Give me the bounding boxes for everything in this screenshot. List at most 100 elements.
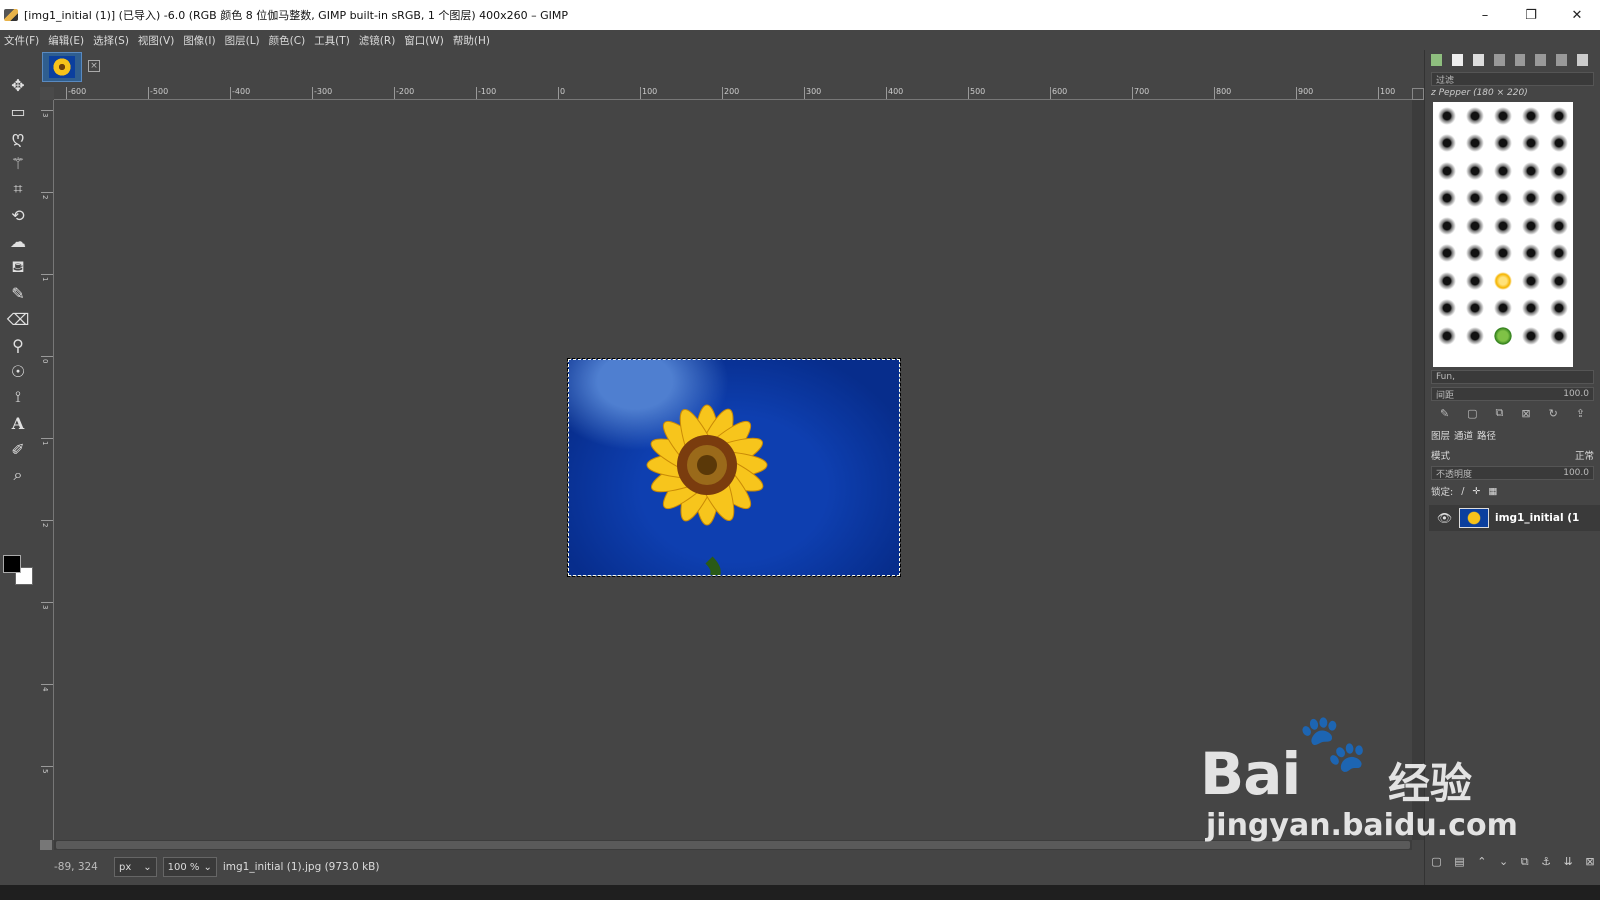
dynamics-tab-icon[interactable]	[1535, 54, 1547, 66]
move-tool-icon[interactable]: ✥	[7, 74, 29, 96]
undo-history-tab-icon[interactable]	[1556, 54, 1568, 66]
brush-cell[interactable]	[1433, 157, 1461, 185]
zoom-select[interactable]: 100 % ⌄	[162, 857, 217, 877]
paintbrush-tool-icon[interactable]: ✎	[7, 282, 29, 304]
open-brush-icon[interactable]: ⇪	[1576, 407, 1585, 420]
vertical-ruler[interactable]: 3 2 1 0 1 2 3 4 5	[40, 100, 54, 840]
minimize-button[interactable]: –	[1462, 0, 1508, 30]
channels-tab[interactable]: 通道	[1454, 428, 1473, 442]
brush-cell[interactable]	[1461, 212, 1489, 240]
patterns-tab-icon[interactable]	[1451, 54, 1463, 66]
brush-preset-select[interactable]: Fun,	[1431, 370, 1594, 384]
delete-brush-icon[interactable]: ⊠	[1521, 407, 1530, 420]
menu-colors[interactable]: 颜色(C)	[269, 33, 306, 48]
duplicate-brush-icon[interactable]: ⧉	[1496, 406, 1504, 420]
menu-view[interactable]: 视图(V)	[138, 33, 174, 48]
fuzzy-select-tool-icon[interactable]: ⚚	[7, 152, 29, 174]
brush-cell[interactable]	[1489, 157, 1517, 185]
paths-tab[interactable]: 路径	[1477, 428, 1496, 442]
brush-cell[interactable]	[1433, 240, 1461, 268]
merge-layer-icon[interactable]: ⇊	[1564, 855, 1573, 871]
lock-alpha-icon[interactable]: ▦	[1488, 486, 1497, 497]
lasso-tool-icon[interactable]: ღ	[7, 126, 29, 148]
paths-tool-icon[interactable]: ⟟	[7, 386, 29, 408]
close-tab-icon[interactable]: ×	[88, 60, 100, 72]
layer-row[interactable]: 👁 img1_initial (1	[1429, 505, 1600, 531]
brush-cell[interactable]	[1517, 240, 1545, 268]
unit-select[interactable]: px ⌄	[114, 857, 157, 877]
brush-cell[interactable]	[1545, 267, 1573, 295]
brush-grid[interactable]	[1433, 102, 1573, 367]
color-picker-tool-icon[interactable]: ✐	[7, 438, 29, 460]
brush-cell[interactable]	[1489, 295, 1517, 323]
brush-cell[interactable]	[1461, 267, 1489, 295]
brush-cell[interactable]	[1545, 295, 1573, 323]
brush-spacing-slider[interactable]: 间距 100.0	[1431, 387, 1594, 401]
lock-position-icon[interactable]: ✛	[1472, 486, 1480, 497]
maximize-button[interactable]: ❐	[1508, 0, 1554, 30]
brush-cell[interactable]	[1433, 295, 1461, 323]
brush-cell[interactable]	[1489, 267, 1517, 295]
brush-cell[interactable]	[1461, 322, 1489, 350]
brush-cell[interactable]	[1489, 130, 1517, 158]
brush-cell[interactable]	[1461, 157, 1489, 185]
brush-cell[interactable]	[1489, 212, 1517, 240]
menu-filters[interactable]: 滤镜(R)	[359, 33, 396, 48]
brush-cell[interactable]	[1545, 322, 1573, 350]
sunflower-image[interactable]	[567, 358, 901, 577]
quick-mask-icon[interactable]	[40, 840, 52, 850]
brush-cell[interactable]	[1461, 185, 1489, 213]
brush-cell[interactable]	[1545, 157, 1573, 185]
new-brush-icon[interactable]: ▢	[1467, 407, 1477, 420]
brush-cell[interactable]	[1545, 102, 1573, 130]
brush-cell[interactable]	[1545, 185, 1573, 213]
anchor-layer-icon[interactable]: ⚓	[1541, 855, 1551, 871]
clone-tool-icon[interactable]: ⚲	[7, 334, 29, 356]
brush-cell[interactable]	[1545, 130, 1573, 158]
warp-tool-icon[interactable]: ☁	[7, 230, 29, 252]
brush-cell[interactable]	[1517, 157, 1545, 185]
visibility-eye-icon[interactable]: 👁	[1437, 511, 1452, 525]
brush-cell[interactable]	[1433, 185, 1461, 213]
menu-windows[interactable]: 窗口(W)	[404, 33, 444, 48]
brush-cell[interactable]	[1433, 322, 1461, 350]
brush-cell[interactable]	[1461, 130, 1489, 158]
rect-select-tool-icon[interactable]: ▭	[7, 100, 29, 122]
brush-cell[interactable]	[1489, 240, 1517, 268]
layers-tab[interactable]: 图层	[1431, 428, 1450, 442]
brush-cell[interactable]	[1461, 295, 1489, 323]
brush-cell[interactable]	[1545, 240, 1573, 268]
zoom-tool-icon[interactable]: ⌕	[7, 464, 29, 486]
lock-pixels-icon[interactable]: /	[1461, 486, 1464, 497]
tool-options-tab-icon[interactable]	[1493, 54, 1505, 66]
layer-name[interactable]: img1_initial (1	[1495, 512, 1579, 524]
menu-help[interactable]: 帮助(H)	[453, 33, 490, 48]
menu-layer[interactable]: 图层(L)	[225, 33, 260, 48]
foreground-color-swatch[interactable]	[3, 555, 21, 573]
menu-tools[interactable]: 工具(T)	[314, 33, 350, 48]
smudge-tool-icon[interactable]: ☉	[7, 360, 29, 382]
image-tab-img1[interactable]	[42, 52, 82, 82]
crop-tool-icon[interactable]: ⌗	[7, 178, 29, 200]
brush-cell[interactable]	[1489, 322, 1517, 350]
horizontal-ruler[interactable]: -600 -500 -400 -300 -200 -100 0 100 200 300 400 500…	[54, 87, 1412, 100]
transform-tool-icon[interactable]: ⟲	[7, 204, 29, 226]
brush-cell[interactable]	[1433, 267, 1461, 295]
brush-filter-input[interactable]: 过滤	[1431, 72, 1594, 86]
brush-cell[interactable]	[1433, 102, 1461, 130]
device-status-tab-icon[interactable]	[1514, 54, 1526, 66]
delete-layer-icon[interactable]: ⊠	[1585, 855, 1594, 871]
brushes-tab-icon[interactable]	[1431, 54, 1442, 66]
eraser-tool-icon[interactable]: ⌫	[7, 308, 30, 330]
brush-cell[interactable]	[1517, 267, 1545, 295]
fonts-tab-icon[interactable]	[1472, 54, 1484, 66]
brush-cell[interactable]	[1517, 212, 1545, 240]
brush-cell[interactable]	[1545, 212, 1573, 240]
menu-file[interactable]: 文件(F)	[4, 33, 39, 48]
brush-cell[interactable]	[1517, 130, 1545, 158]
brush-cell[interactable]	[1517, 102, 1545, 130]
gradients-tab-icon[interactable]	[1577, 54, 1588, 66]
refresh-brushes-icon[interactable]: ↻	[1549, 407, 1558, 420]
brush-cell[interactable]	[1489, 102, 1517, 130]
brush-cell[interactable]	[1489, 185, 1517, 213]
